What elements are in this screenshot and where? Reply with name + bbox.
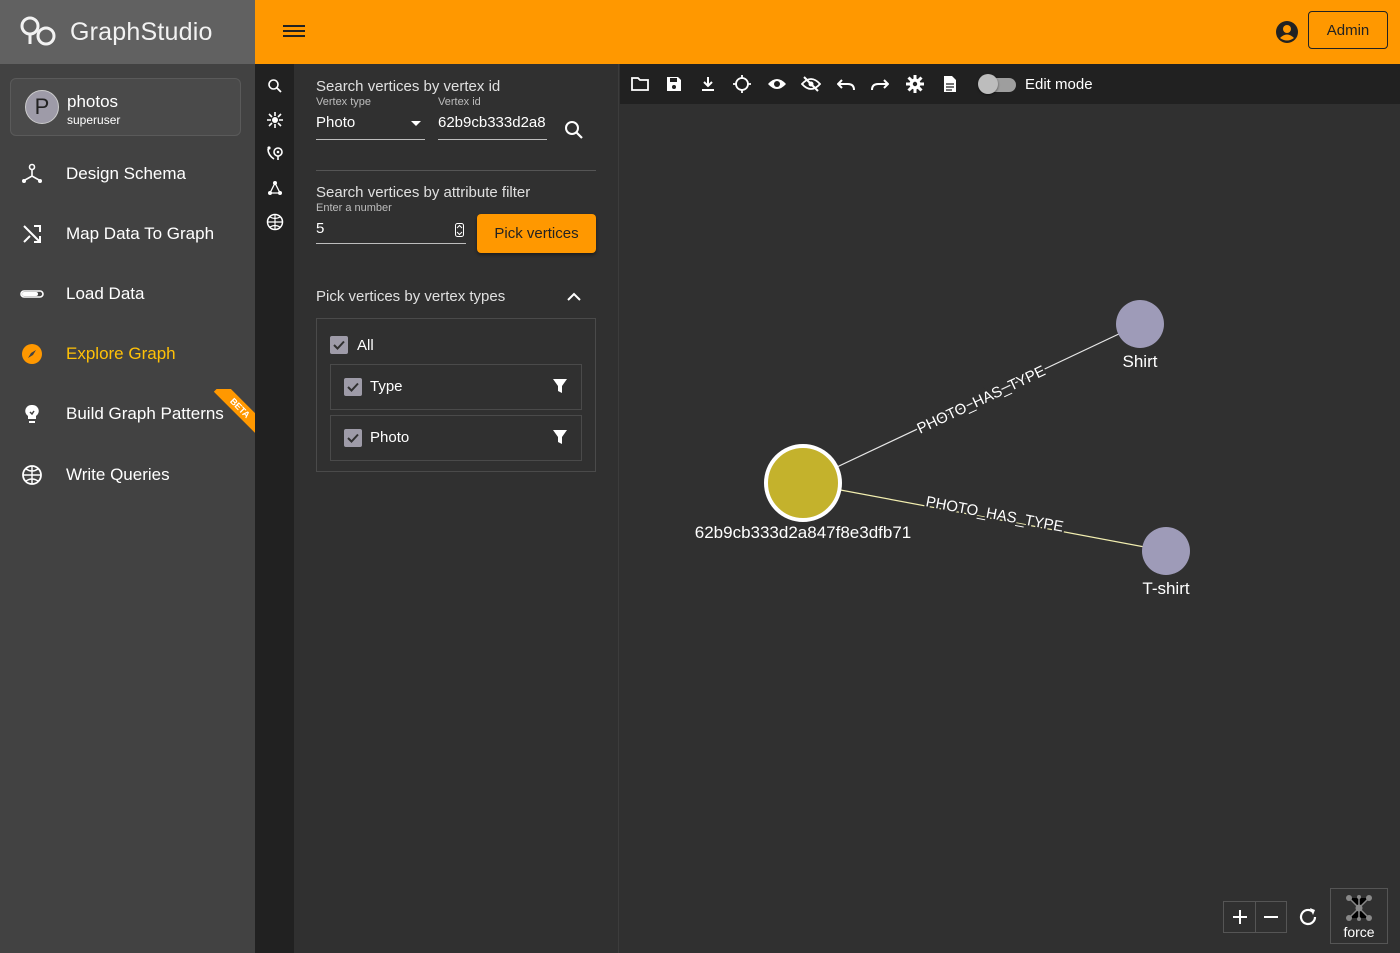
nav-label: Load Data [66, 284, 145, 303]
zoom-out-button[interactable] [1255, 902, 1286, 932]
expand-icon[interactable] [265, 110, 285, 130]
document-icon[interactable] [940, 74, 960, 94]
type-checkbox[interactable] [344, 378, 362, 396]
filter-icon[interactable] [553, 430, 567, 445]
type-label: Type [370, 378, 403, 395]
nav-label: Build Graph Patterns [66, 404, 224, 423]
vertex-id-search-title: Search vertices by vertex id [316, 78, 501, 95]
all-label: All [357, 337, 374, 354]
vertex-id-label: Vertex id [438, 96, 481, 108]
stepper-icon[interactable] [455, 223, 464, 237]
divider [316, 170, 596, 171]
globe-query-icon[interactable] [265, 212, 285, 232]
nav-label: Explore Graph [66, 344, 176, 363]
nav-design-schema[interactable]: Design Schema [0, 149, 255, 199]
vertex-types-title: Pick vertices by vertex types [316, 288, 506, 305]
graphstudio-logo-icon [20, 16, 56, 46]
type-label: Photo [370, 429, 410, 446]
lightbulb-icon [20, 402, 44, 426]
node-label: T-shirt [1142, 579, 1190, 598]
edge-label: PHOTO_HAS_TYPE [924, 493, 1065, 535]
edit-mode-label: Edit mode [1025, 76, 1093, 93]
nav-label: Map Data To Graph [66, 224, 215, 243]
vertex-types-box: All Type Photo [316, 318, 596, 472]
pick-vertices-button[interactable]: Pick vertices [477, 214, 596, 253]
brand-name: GraphStudio [70, 17, 213, 46]
user-card[interactable]: P photos superuser [10, 78, 241, 136]
filter-icon[interactable] [553, 379, 567, 394]
plus-icon [1232, 910, 1247, 924]
search-panel: Search vertices by vertex id Vertex type… [294, 64, 619, 953]
nav-explore-graph[interactable]: Explore Graph [0, 329, 255, 379]
nav-write-queries[interactable]: Write Queries [0, 450, 255, 500]
user-name: photos [67, 92, 119, 111]
layout-label: force [1343, 924, 1375, 940]
number-value: 5 [316, 220, 325, 237]
edge-label: PHOTO_HAS_TYPE [914, 363, 1048, 438]
beta-ribbon-clip: BETA [205, 389, 255, 439]
nav-label: Design Schema [66, 164, 187, 183]
compass-icon [20, 342, 44, 366]
schema-icon [20, 162, 44, 186]
number-label: Enter a number [316, 202, 392, 214]
graph-node[interactable] [1142, 527, 1190, 575]
show-icon[interactable] [767, 74, 787, 94]
zoom-controls [1223, 901, 1287, 933]
vertex-type-value: Photo [316, 114, 356, 131]
sidebar: P photos superuser Design Schema Map Dat… [0, 64, 255, 953]
type-row: Type [330, 364, 582, 410]
dropdown-arrow-icon [411, 121, 421, 126]
check-icon [347, 433, 359, 443]
search-vertex-button[interactable] [564, 120, 584, 140]
search-icon [565, 121, 583, 139]
undo-icon[interactable] [836, 74, 856, 94]
vertex-type-label: Vertex type [316, 96, 372, 108]
type-row: Photo [330, 415, 582, 461]
user-role: superuser [67, 113, 121, 127]
account-icon[interactable] [1275, 20, 1299, 44]
graph-node[interactable] [764, 444, 842, 522]
graph-svg[interactable]: PHOTO_HAS_TYPE PHOTO_HAS_TYPE 62b9cb333d2… [620, 104, 1400, 884]
vertex-type-select[interactable]: Photo [316, 114, 425, 140]
download-icon[interactable] [698, 74, 718, 94]
number-input[interactable]: 5 [316, 220, 466, 244]
folder-icon[interactable] [630, 74, 650, 94]
avatar: P [25, 90, 59, 124]
check-icon [333, 340, 345, 350]
redo-icon[interactable] [870, 74, 890, 94]
menu-icon[interactable] [283, 22, 305, 42]
shuffle-icon [20, 222, 44, 246]
locate-icon[interactable] [732, 74, 752, 94]
path-finding-icon[interactable] [265, 144, 285, 164]
globe-icon [20, 463, 44, 487]
node-label: Shirt [1123, 352, 1158, 371]
all-checkbox[interactable] [330, 336, 348, 354]
zoom-in-button[interactable] [1224, 902, 1255, 932]
node-label: 62b9cb333d2a847f8e3dfb71 [695, 523, 912, 542]
collapse-icon[interactable] [567, 292, 581, 302]
settings-icon[interactable] [905, 74, 925, 94]
minus-icon [1264, 916, 1278, 918]
nav-load-data[interactable]: Load Data [0, 269, 255, 319]
nav-label: Write Queries [66, 465, 170, 484]
brand[interactable]: GraphStudio [0, 0, 255, 64]
refresh-icon[interactable] [1296, 905, 1320, 929]
check-icon [347, 382, 359, 392]
save-icon[interactable] [664, 74, 684, 94]
admin-button[interactable]: Admin [1308, 11, 1388, 49]
progress-icon [20, 282, 44, 306]
graph-node[interactable] [1116, 300, 1164, 348]
photo-checkbox[interactable] [344, 429, 362, 447]
attr-filter-title: Search vertices by attribute filter [316, 184, 531, 201]
icon-rail [255, 64, 294, 953]
vertex-id-input[interactable]: 62b9cb333d2a8 [438, 114, 547, 140]
force-layout-icon [1346, 895, 1372, 921]
hide-icon[interactable] [801, 74, 821, 94]
layout-force-button[interactable]: force [1330, 888, 1388, 944]
search-icon[interactable] [265, 76, 285, 96]
beta-badge: BETA [213, 389, 255, 435]
graph-algorithm-icon[interactable] [265, 178, 285, 198]
edit-mode-toggle[interactable] [978, 74, 1016, 94]
nav-map-data[interactable]: Map Data To Graph [0, 209, 255, 259]
